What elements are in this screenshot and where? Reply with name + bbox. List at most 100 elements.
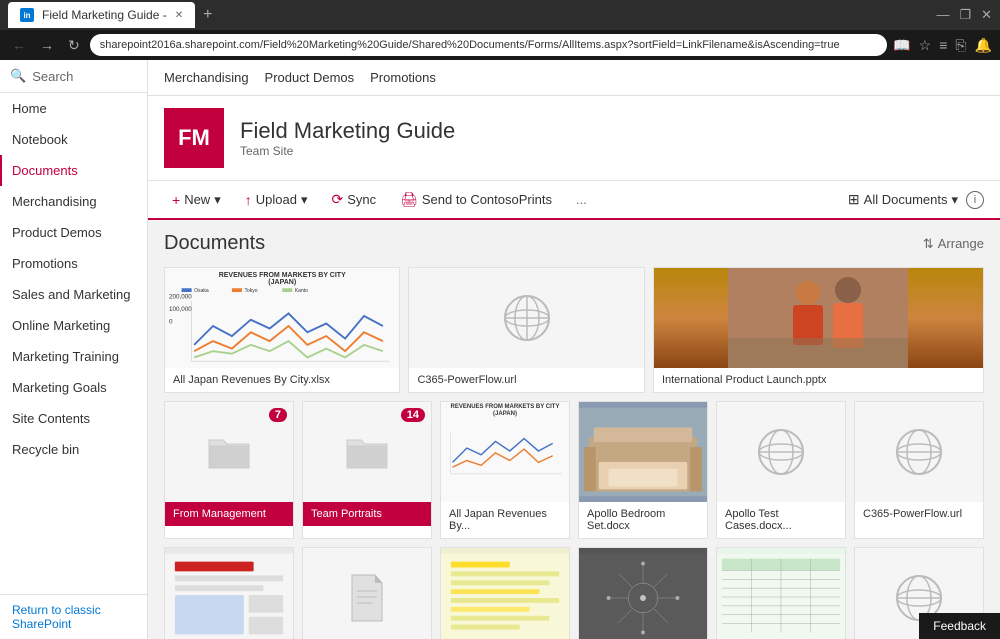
folder-card-team-portraits[interactable]: 14 Team Portraits	[302, 401, 432, 539]
doc-card-contoso-purchasing[interactable]: Contoso Purchasing Pro...	[302, 547, 432, 639]
chart-thumbnail-1: REVENUES FROM MARKETS BY CITY(JAPAN) 200…	[165, 268, 399, 368]
tab-label: Field Marketing Guide -	[42, 8, 167, 22]
sync-icon: ⟳	[331, 191, 343, 208]
folder-name-management: From Management	[165, 502, 293, 526]
more-options-button[interactable]: ...	[568, 188, 595, 211]
doc-thumb-globe-1	[409, 268, 643, 368]
site-logo: FM	[164, 108, 224, 168]
doc-name-powerflow-1: C365-PowerFlow.url	[409, 368, 643, 392]
browser-nav: ← → ↻ sharepoint2016a.sharepoint.com/Fie…	[0, 30, 1000, 60]
doc-name-apollo-bedroom: Apollo Bedroom Set.docx	[579, 502, 707, 538]
doc-thumb-globe-2	[717, 402, 845, 502]
sidebar-item-product-demos[interactable]: Product Demos	[0, 217, 147, 248]
doc-icon-purchasing	[347, 573, 387, 623]
sidebar-item-marketing-training[interactable]: Marketing Training	[0, 341, 147, 372]
all-documents-button[interactable]: ⊞ All Documents ▾	[848, 191, 958, 208]
info-button[interactable]: i	[966, 191, 984, 209]
sidebar-item-home[interactable]: Home	[0, 93, 147, 124]
sidebar-item-promotions[interactable]: Promotions	[0, 248, 147, 279]
new-button[interactable]: + New ▾	[164, 188, 229, 212]
back-button[interactable]: ←	[8, 37, 30, 53]
upload-dropdown-icon: ▾	[301, 192, 308, 208]
sidebar-item-merchandising[interactable]: Merchandising	[0, 186, 147, 217]
new-dropdown-icon: ▾	[214, 192, 221, 208]
documents-header: Documents ⇅ Arrange	[164, 232, 984, 255]
share-icon[interactable]: ⎘	[955, 37, 966, 54]
folder-name-portraits: Team Portraits	[303, 502, 431, 526]
dandelion-svg	[579, 553, 707, 639]
arrange-button[interactable]: ⇅ Arrange	[923, 236, 984, 252]
sidebar-item-recycle-bin[interactable]: Recycle bin	[0, 434, 147, 465]
documents-area: Documents ⇅ Arrange REVENUES FROM MARKET…	[148, 220, 1000, 639]
browser-icons: 📖 ☆ ≡ ⎘ 🔔	[893, 37, 992, 54]
globe-svg-3	[894, 427, 944, 477]
feedback-button[interactable]: Feedback	[919, 613, 1000, 639]
refresh-button[interactable]: ↻	[64, 37, 84, 54]
doc-card-powerflow-1[interactable]: C365-PowerFlow.url	[408, 267, 644, 393]
doc-thumb-contoso-purchasing	[303, 548, 431, 639]
top-nav-merchandising[interactable]: Merchandising	[164, 62, 249, 93]
folder-card-from-management[interactable]: 7 From Management	[164, 401, 294, 539]
top-row-cards: REVENUES FROM MARKETS BY CITY(JAPAN) 200…	[164, 267, 984, 393]
forward-button[interactable]: →	[36, 37, 58, 53]
doc-card-japan-revenues-1[interactable]: REVENUES FROM MARKETS BY CITY(JAPAN) 200…	[164, 267, 400, 393]
spreadsheet-svg	[717, 553, 845, 639]
reading-view-icon[interactable]: 📖	[893, 37, 910, 54]
search-icon: 🔍	[10, 68, 26, 84]
doc-card-apollo-test[interactable]: Apollo Test Cases.docx...	[716, 401, 846, 539]
sidebar-item-notebook[interactable]: Notebook	[0, 124, 147, 155]
tab-close-button[interactable]: ✕	[175, 10, 183, 21]
sidebar-search[interactable]: 🔍 Search	[0, 60, 147, 93]
doc-thumb-globe-3	[855, 402, 983, 502]
restore-button[interactable]: ❐	[959, 7, 971, 23]
top-nav-product-demos[interactable]: Product Demos	[265, 62, 355, 93]
toolbar: + New ▾ ↑ Upload ▾ ⟳ Sync 🖨 Send to Cont…	[148, 181, 1000, 220]
notifications-icon[interactable]: 🔔	[975, 37, 992, 54]
sidebar-item-online-marketing[interactable]: Online Marketing	[0, 310, 147, 341]
new-icon: +	[172, 192, 180, 208]
sidebar-item-sales-marketing[interactable]: Sales and Marketing	[0, 279, 147, 310]
logo-text: FM	[178, 125, 210, 151]
doc-thumb-spreadsheet	[717, 548, 845, 639]
tab-favicon: in	[20, 8, 34, 22]
minimize-button[interactable]: —	[936, 7, 949, 23]
return-classic-sharepoint[interactable]: Return to classic SharePoint	[0, 594, 147, 639]
doc-card-contoso-product[interactable]: Contoso Product Laun...	[164, 547, 294, 639]
top-nav: Merchandising Product Demos Promotions	[148, 60, 1000, 96]
favorites-icon[interactable]: ☆	[919, 37, 932, 54]
chart-thumbnail-2: REVENUES FROM MARKETS BY CITY(JAPAN)	[441, 402, 569, 502]
doc-card-apollo-bedroom[interactable]: Apollo Bedroom Set.docx	[578, 401, 708, 539]
close-button[interactable]: ✕	[981, 7, 992, 23]
svg-text:Tokyo: Tokyo	[244, 288, 257, 294]
top-nav-promotions[interactable]: Promotions	[370, 62, 436, 93]
doc-card-powerflow-2[interactable]: C365-PowerFlow.url	[854, 401, 984, 539]
active-tab[interactable]: in Field Marketing Guide - ✕	[8, 2, 195, 28]
doc-card-employee-health[interactable]: Employee Health Accou...	[716, 547, 846, 639]
address-bar[interactable]: sharepoint2016a.sharepoint.com/Field%20M…	[90, 34, 887, 56]
sync-button[interactable]: ⟳ Sync	[323, 187, 384, 212]
svg-text:Osaka: Osaka	[194, 288, 209, 294]
doc-card-contract-proposals[interactable]: Contract Proposals.d...	[440, 547, 570, 639]
send-to-button[interactable]: 🖨 Send to ContosoPrints	[392, 187, 560, 212]
upload-button[interactable]: ↑ Upload ▾	[237, 188, 316, 212]
globe-svg-1	[502, 293, 552, 343]
doc-card-japan-revenues-2[interactable]: REVENUES FROM MARKETS BY CITY(JAPAN) All…	[440, 401, 570, 539]
all-docs-grid-icon: ⊞	[848, 191, 860, 208]
doc-card-intl-launch[interactable]: International Product Launch.pptx	[653, 267, 984, 393]
upload-icon: ↑	[245, 192, 252, 208]
folder-icon-portraits	[345, 430, 389, 474]
sidebar-item-marketing-goals[interactable]: Marketing Goals	[0, 372, 147, 403]
sidebar-nav: Home Notebook Documents Merchandising Pr…	[0, 93, 147, 594]
svg-text:0: 0	[169, 318, 173, 325]
hub-icon[interactable]: ≡	[939, 37, 947, 54]
folder-icon-management	[207, 430, 251, 474]
sidebar-item-site-contents[interactable]: Site Contents	[0, 403, 147, 434]
sidebar-item-documents[interactable]: Documents	[0, 155, 147, 186]
chart-svg-2	[443, 418, 567, 483]
chart-svg-1: 200,000 100,000 0 Osaka Tokyo Kanto	[169, 288, 395, 364]
doc-thumb-cr207	[579, 548, 707, 639]
new-tab-button[interactable]: +	[199, 6, 216, 24]
doc-name-apollo-test: Apollo Test Cases.docx...	[717, 502, 845, 538]
main-layout: 🔍 Search Home Notebook Documents Merchan…	[0, 60, 1000, 639]
doc-card-cr207[interactable]: CR-207 Product Overvie...	[578, 547, 708, 639]
